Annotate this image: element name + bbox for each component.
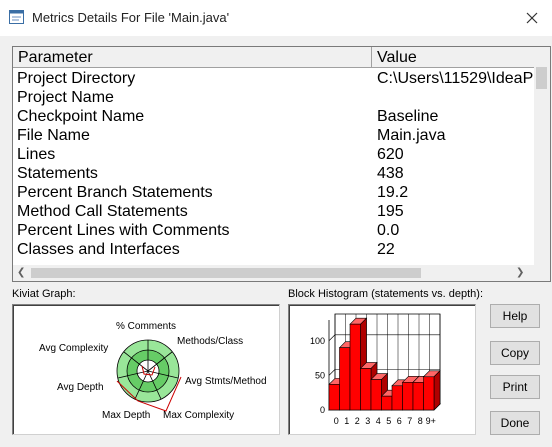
histogram-bar — [381, 395, 393, 411]
parameter-cell: Percent Lines with Comments — [17, 222, 230, 239]
table-row[interactable]: Method Call Statements 195 — [13, 202, 536, 221]
histogram-y-tick-label: 100 — [310, 336, 325, 346]
title-bar: Metrics Details For File 'Main.java' — [0, 0, 552, 36]
histogram-x-tick-label: 0 — [334, 416, 339, 426]
parameter-cell: Project Name — [17, 89, 114, 106]
scroll-corner — [534, 265, 550, 281]
histogram-bar — [370, 379, 382, 411]
table-row[interactable]: Statements 438 — [13, 164, 536, 183]
table-header: Parameter Value — [13, 47, 550, 68]
histogram-bar — [328, 384, 340, 411]
block-histogram-panel: 100 50 0 0 1 2 3 4 5 6 7 8 9+ — [288, 304, 476, 435]
column-header-parameter[interactable]: Parameter — [13, 47, 372, 68]
value-cell: 0.0 — [377, 222, 400, 239]
help-button[interactable]: Help — [490, 304, 540, 328]
metrics-table[interactable]: Parameter Value Project Directory C:\User… — [12, 46, 551, 282]
histogram-x-tick-label: 4 — [376, 416, 381, 426]
vertical-scroll-thumb[interactable] — [536, 67, 547, 89]
kiviat-graph-panel: % Comments Methods/Class Avg Stmts/Metho… — [12, 304, 280, 435]
table-row[interactable]: Project Name — [13, 88, 536, 107]
value-cell: C:\Users\11529\IdeaP — [377, 70, 534, 87]
parameter-cell: Classes and Interfaces — [17, 241, 180, 258]
histogram-bar — [402, 382, 414, 411]
table-row[interactable]: Lines 620 — [13, 145, 536, 164]
histogram-x-tick-label: 9+ — [426, 416, 436, 426]
parameter-cell: Lines — [17, 146, 56, 163]
histogram-x-tick-label: 3 — [365, 416, 370, 426]
value-cell: 19.2 — [377, 184, 409, 201]
copy-button[interactable]: Copy — [490, 341, 540, 365]
histogram-gridline — [328, 334, 336, 341]
parameter-cell: Checkpoint Name — [17, 108, 145, 125]
histogram-y-tick-label: 50 — [315, 370, 325, 380]
value-cell: 620 — [377, 146, 404, 163]
kiviat-graph: % Comments Methods/Class Avg Stmts/Metho… — [39, 321, 267, 421]
histogram-bar — [349, 323, 361, 411]
histogram-x-tick-label: 8 — [418, 416, 423, 426]
histogram-y-tick-label: 0 — [320, 405, 325, 415]
app-icon — [9, 10, 24, 24]
parameter-cell: Statements — [17, 165, 98, 182]
histogram-x-tick-label: 6 — [397, 416, 402, 426]
kiviat-axis-avg-depth: Avg Depth — [57, 382, 104, 393]
histogram-x-tick-label: 1 — [344, 416, 349, 426]
table-row[interactable]: Classes and Interfaces 22 — [13, 240, 536, 259]
block-histogram-label: Block Histogram (statements vs. depth): — [288, 288, 484, 300]
kiviat-axis-max-complexity: Max Complexity — [163, 410, 234, 421]
histogram-bar — [423, 376, 435, 411]
histogram-bar — [391, 385, 403, 411]
parameter-cell: Percent Branch Statements — [17, 184, 213, 201]
close-icon — [526, 12, 538, 24]
window-title: Metrics Details For File 'Main.java' — [32, 10, 230, 25]
histogram-gridline — [328, 369, 336, 376]
value-cell: 22 — [377, 241, 395, 258]
histogram-x-tick-label: 5 — [386, 416, 391, 426]
table-row[interactable]: Percent Branch Statements 19.2 — [13, 183, 536, 202]
horizontal-scrollbar[interactable]: ❮ ❯ — [13, 265, 550, 281]
parameter-cell: Method Call Statements — [17, 203, 188, 220]
table-row[interactable]: Checkpoint Name Baseline — [13, 107, 536, 126]
value-cell: Main.java — [377, 127, 446, 144]
parameter-cell: Project Directory — [17, 70, 136, 87]
histogram-bar-side — [433, 370, 441, 411]
table-row[interactable]: Percent Lines with Comments 0.0 — [13, 221, 536, 240]
kiviat-axis-avg-stmts-per-method: Avg Stmts/Method — [185, 376, 267, 387]
histogram-x-tick-label: 2 — [355, 416, 360, 426]
vertical-scrollbar[interactable] — [534, 47, 550, 265]
histogram-bar — [412, 382, 424, 411]
parameter-cell: File Name — [17, 127, 90, 144]
kiviat-graph-label: Kiviat Graph: — [12, 288, 76, 300]
close-button[interactable] — [518, 6, 546, 30]
histogram-x-tick-label: 7 — [407, 416, 412, 426]
histogram-bar — [360, 368, 372, 411]
kiviat-axis-avg-complexity: Avg Complexity — [39, 343, 108, 354]
horizontal-scroll-thumb[interactable] — [31, 268, 421, 278]
done-button[interactable]: Done — [490, 411, 540, 435]
scroll-right-icon[interactable]: ❯ — [516, 267, 524, 278]
kiviat-axis-methods-per-class: Methods/Class — [177, 336, 243, 347]
table-row[interactable]: File Name Main.java — [13, 126, 536, 145]
table-body: Project Directory C:\Users\11529\IdeaP Pro… — [13, 69, 536, 265]
scroll-left-icon[interactable]: ❮ — [17, 267, 25, 278]
value-cell: 438 — [377, 165, 404, 182]
table-row[interactable]: Project Directory C:\Users\11529\IdeaP — [13, 69, 536, 88]
print-button[interactable]: Print — [490, 375, 540, 399]
histogram-bar — [339, 347, 351, 411]
value-cell: Baseline — [377, 108, 439, 125]
column-header-value[interactable]: Value — [372, 47, 550, 68]
kiviat-axis-max-depth: Max Depth — [102, 410, 150, 421]
kiviat-axis-comments: % Comments — [116, 321, 176, 332]
block-histogram-chart: 1005000 1 2 3 4 5 6 7 8 9+ — [310, 313, 441, 426]
value-cell: 195 — [377, 203, 404, 220]
